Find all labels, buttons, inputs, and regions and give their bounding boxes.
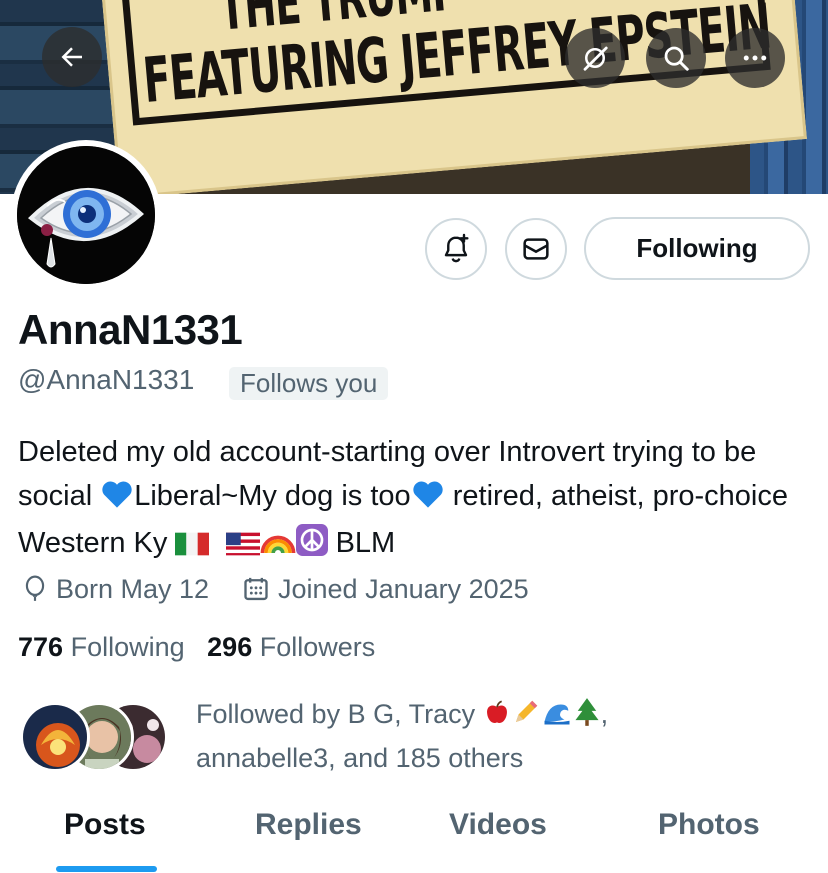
follower-avatar-1: [20, 702, 90, 772]
birthday: Born May 12: [22, 572, 209, 606]
grok-icon: [583, 46, 608, 71]
active-tab-indicator: [56, 866, 157, 872]
peace-icon: [295, 524, 328, 570]
search-icon: [664, 46, 689, 71]
tab-photos[interactable]: Photos: [658, 808, 760, 842]
bio-text-2: Liberal~My dog is too: [134, 479, 411, 512]
followers-link[interactable]: 296 Followers: [207, 632, 375, 662]
followed-by-line1: Followed by B G, Tracy: [196, 699, 476, 729]
avatar[interactable]: [11, 140, 161, 290]
blue-heart-icon: [411, 479, 445, 523]
followers-label: Followers: [259, 632, 376, 662]
apple-icon: [483, 698, 511, 738]
birthday-text: Born May 12: [56, 573, 210, 604]
joined-text: Joined January 2025: [278, 573, 529, 604]
notification-button[interactable]: [425, 218, 487, 280]
message-icon: [523, 238, 549, 260]
more-icon: [743, 55, 767, 61]
display-name: AnnaN1331: [18, 306, 243, 353]
followers-count: 296: [207, 632, 253, 662]
wave-icon: [541, 697, 573, 738]
bio: Deleted my old account-starting over Int…: [18, 431, 818, 570]
handle: @AnnaN1331: [18, 364, 195, 395]
tab-videos[interactable]: Videos: [449, 808, 547, 842]
more-button[interactable]: [725, 28, 785, 88]
tab-posts[interactable]: Posts: [64, 808, 146, 842]
bio-text-4: BLM: [327, 527, 396, 559]
following-button[interactable]: Following: [584, 217, 810, 280]
grok-button[interactable]: [565, 28, 625, 88]
followed-by-line2: annabelle3, and 185 others: [196, 743, 524, 773]
message-button[interactable]: [505, 218, 567, 280]
rainbow-icon: [260, 526, 296, 570]
avatar-image: [17, 146, 155, 284]
balloon-icon: [25, 575, 45, 601]
tree-icon: [573, 697, 601, 738]
follow-counts: 776 Following 296 Followers: [18, 632, 375, 663]
banner-sign: THE TRUMP FEATURING JEFFREY EPSTEIN: [96, 0, 807, 194]
eye-brooch-icon: [17, 146, 155, 284]
joined-date: Joined January 2025: [242, 572, 529, 606]
follows-you-badge: Follows you: [229, 367, 389, 400]
tab-replies[interactable]: Replies: [255, 808, 362, 842]
notification-bell-icon: [444, 233, 469, 263]
us-flag-icon: [225, 526, 260, 570]
blue-heart-icon: [100, 479, 134, 523]
italy-flag-icon: [175, 526, 210, 570]
following-link[interactable]: 776 Following: [18, 632, 185, 662]
following-count: 776: [18, 632, 64, 662]
search-button[interactable]: [646, 28, 706, 88]
calendar-icon: [244, 577, 268, 601]
back-button[interactable]: [42, 27, 102, 87]
following-label: Following: [70, 632, 185, 662]
followed-by-text[interactable]: Followed by B G, Tracy , annabelle3, and…: [196, 694, 816, 778]
pencil-icon: [511, 697, 541, 738]
back-arrow-icon: [61, 47, 82, 67]
